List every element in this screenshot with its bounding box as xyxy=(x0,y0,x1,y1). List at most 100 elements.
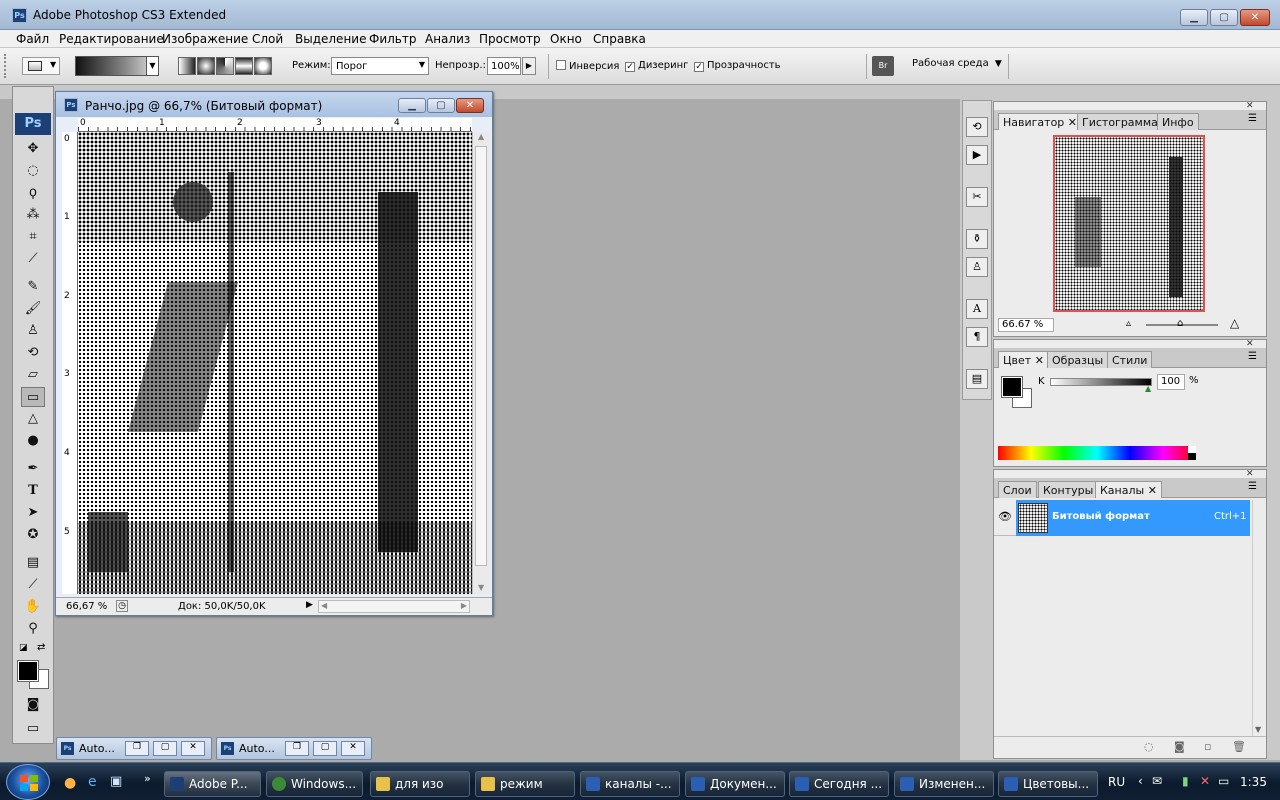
desktop-quicklaunch-icon[interactable]: ▣ xyxy=(110,774,122,789)
menu-analysis[interactable]: Анализ xyxy=(425,32,470,46)
blur-tool-icon[interactable]: △ xyxy=(21,409,45,429)
scroll-right-icon[interactable]: ▶ xyxy=(461,601,467,610)
transparency-option[interactable]: ✓ Прозрачность xyxy=(694,60,781,72)
zoom-preview-icon[interactable]: ◷ xyxy=(116,600,128,612)
menu-edit[interactable]: Редактирование xyxy=(59,32,164,46)
menu-image[interactable]: Изображение xyxy=(162,32,248,46)
maximize-button[interactable]: ▢ xyxy=(153,741,177,756)
quicklaunch-more-icon[interactable]: » xyxy=(144,772,151,785)
foreground-color-swatch[interactable] xyxy=(17,660,39,682)
scroll-up-icon[interactable]: ▲ xyxy=(478,132,484,141)
load-selection-icon[interactable]: ◌ xyxy=(1144,740,1154,753)
tab-channels[interactable]: Каналы ✕ xyxy=(1095,481,1162,498)
document-close-button[interactable]: ✕ xyxy=(456,98,484,113)
menu-view[interactable]: Просмотр xyxy=(479,32,541,46)
history-panel-icon[interactable]: ⟲ xyxy=(966,117,988,137)
black-swatch[interactable] xyxy=(1188,453,1196,460)
zoom-out-icon[interactable]: ▵ xyxy=(1126,318,1131,329)
taskbar-item[interactable]: Adobe P... xyxy=(164,771,261,797)
maximize-button[interactable]: ▢ xyxy=(313,741,337,756)
opacity-slider-button[interactable]: ▶ xyxy=(522,57,536,75)
menu-help[interactable]: Справка xyxy=(593,32,646,46)
radial-gradient-button[interactable] xyxy=(197,57,215,75)
inversion-option[interactable]: Инверсия xyxy=(556,60,619,72)
marquee-tool-icon[interactable]: ◌ xyxy=(21,161,45,181)
channel-row[interactable]: 👁 Битовый формат Ctrl+1 xyxy=(994,500,1250,536)
mode-select[interactable]: Порог ▼ xyxy=(331,57,429,75)
tab-layers[interactable]: Слои xyxy=(998,481,1037,498)
k-slider[interactable] xyxy=(1050,378,1152,386)
clone-source-icon[interactable]: ♙ xyxy=(966,257,988,277)
tool-preset-picker[interactable]: ▼ xyxy=(22,57,60,75)
layer-comps-icon[interactable]: ▤ xyxy=(966,369,988,389)
taskbar-item[interactable]: Цветовы... xyxy=(998,771,1098,797)
k-value-field[interactable]: 100 xyxy=(1157,374,1185,390)
eyedropper-tool-icon[interactable]: ⟋ xyxy=(21,575,45,595)
maximize-button[interactable]: ▢ xyxy=(1210,9,1238,26)
scrollbar-thumb[interactable] xyxy=(475,146,487,566)
foreground-color-swatch[interactable] xyxy=(1001,376,1023,398)
close-button[interactable]: ✕ xyxy=(1240,9,1270,26)
network-icon[interactable]: ▮ xyxy=(1182,774,1189,788)
start-button[interactable] xyxy=(6,764,50,800)
transparency-checkbox[interactable]: ✓ xyxy=(694,62,704,72)
menu-layer[interactable]: Слой xyxy=(252,32,283,46)
actions-panel-icon[interactable]: ▶ xyxy=(966,145,988,165)
taskbar-item[interactable]: Изменен... xyxy=(894,771,994,797)
hand-tool-icon[interactable]: ✋ xyxy=(21,597,45,617)
panel-menu-icon[interactable]: ☰ xyxy=(1248,113,1257,124)
shape-tool-icon[interactable]: ✪ xyxy=(21,525,45,545)
zoom-slider-thumb[interactable]: ⌂ xyxy=(1177,318,1183,329)
workspace-menu[interactable]: Рабочая среда ▼ xyxy=(912,58,1002,69)
taskbar-item[interactable]: каналы -... xyxy=(580,771,680,797)
trash-icon[interactable]: 🗑 xyxy=(1232,740,1246,753)
restore-button[interactable]: ❐ xyxy=(125,741,149,756)
pen-tool-icon[interactable]: ✒ xyxy=(21,459,45,479)
taskbar-item[interactable]: Сегодня ... xyxy=(789,771,889,797)
language-indicator[interactable]: RU xyxy=(1108,775,1125,789)
tab-styles[interactable]: Стили xyxy=(1107,351,1153,368)
slider-thumb-icon[interactable]: ▲ xyxy=(1145,384,1151,393)
taskbar-item[interactable]: режим xyxy=(475,771,575,797)
tool-presets-icon[interactable]: ✂ xyxy=(966,187,988,207)
scroll-down-icon[interactable]: ▼ xyxy=(1255,725,1261,734)
type-tool-icon[interactable]: T xyxy=(21,481,45,501)
close-icon[interactable]: ✕ xyxy=(1148,484,1157,497)
channels-scrollbar[interactable]: ▼ xyxy=(1252,500,1264,736)
magic-wand-tool-icon[interactable]: ⁂ xyxy=(21,205,45,225)
dither-option[interactable]: ✓ Дизеринг xyxy=(625,60,688,72)
minimize-button[interactable]: ▁ xyxy=(1180,9,1208,26)
horizontal-ruler[interactable]: 0 1 2 3 4 xyxy=(78,118,472,132)
lasso-tool-icon[interactable]: ϙ xyxy=(21,183,45,203)
document-minimize-button[interactable]: ▁ xyxy=(398,98,426,113)
character-panel-icon[interactable]: A xyxy=(966,299,988,319)
close-button[interactable]: ✕ xyxy=(181,741,205,756)
document-maximize-button[interactable]: ▢ xyxy=(427,98,455,113)
restore-button[interactable]: ❐ xyxy=(285,741,309,756)
ps-logo[interactable]: Ps xyxy=(15,113,51,135)
notes-tool-icon[interactable]: ▤ xyxy=(21,553,45,573)
scroll-left-icon[interactable]: ◀ xyxy=(321,601,327,610)
options-grip[interactable] xyxy=(4,54,12,78)
tab-info[interactable]: Инфо xyxy=(1157,113,1199,130)
taskbar-item[interactable]: для изо xyxy=(370,771,470,797)
tray-expand-icon[interactable]: ‹ xyxy=(1138,774,1143,788)
close-button[interactable]: ✕ xyxy=(341,741,365,756)
quick-mask-icon[interactable]: ◙ xyxy=(21,695,45,715)
move-tool-icon[interactable]: ✥ xyxy=(21,139,45,159)
opacity-field[interactable]: 100% xyxy=(487,57,521,75)
panel-menu-icon[interactable]: ☰ xyxy=(1248,351,1257,362)
tray-app-icon[interactable]: ✉ xyxy=(1152,774,1162,788)
ie-quicklaunch-icon[interactable]: e xyxy=(88,774,97,790)
navigator-zoom-field[interactable]: 66.67 % xyxy=(998,318,1054,332)
brushes-panel-icon[interactable]: ⚱ xyxy=(966,229,988,249)
white-swatch[interactable] xyxy=(1188,446,1196,453)
tab-navigator[interactable]: Навигатор ✕ xyxy=(998,113,1083,130)
status-menu-icon[interactable]: ▶ xyxy=(306,600,313,610)
zoom-in-icon[interactable]: △ xyxy=(1230,316,1239,330)
tab-histogram[interactable]: Гистограмма xyxy=(1077,113,1163,130)
vertical-scrollbar[interactable]: ▲ ▼ xyxy=(472,132,490,594)
screen-mode-icon[interactable]: ▭ xyxy=(21,719,45,739)
scroll-down-icon[interactable]: ▼ xyxy=(478,583,484,592)
crop-tool-icon[interactable]: ⌗ xyxy=(21,227,45,247)
